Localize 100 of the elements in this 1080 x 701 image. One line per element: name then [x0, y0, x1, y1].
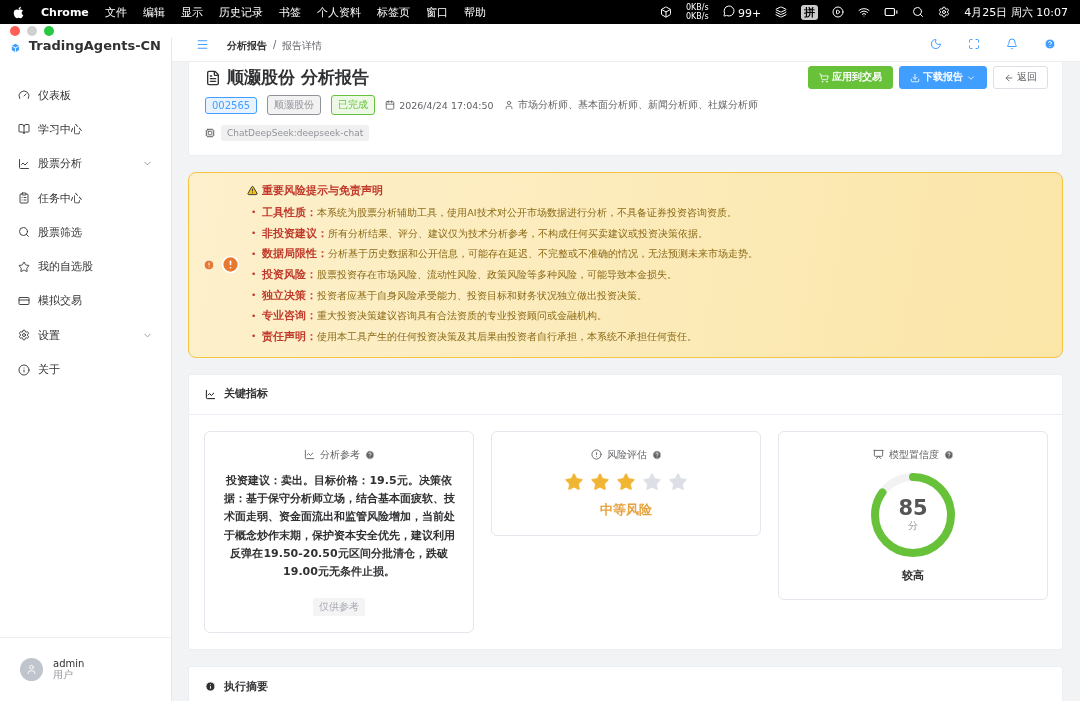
star-icon [590, 471, 610, 492]
menu-item[interactable]: 帮助 [463, 4, 486, 20]
download-icon [910, 72, 920, 83]
input-method-key[interactable]: 拼 [801, 4, 819, 20]
sidebar-item[interactable]: 股票分析 [0, 146, 171, 181]
apple-logo-icon[interactable] [12, 5, 25, 19]
gauge-icon [18, 89, 30, 102]
breadcrumb-item[interactable]: 报告详情 [282, 39, 323, 53]
disclaimer-item: 独立决策：投资者应基于自身风险承受能力、投资目标和财务状况独立做出投资决策。 [262, 287, 648, 303]
star-icon [642, 471, 662, 492]
sidebar-item[interactable]: 模拟交易 [0, 283, 171, 319]
card-icon [18, 294, 30, 307]
metric-title: 分析参考 [319, 447, 360, 462]
back-button[interactable]: 返回 [993, 66, 1048, 89]
report-title: 顺灏股份 分析报告 [227, 66, 369, 89]
section-title: 执行摘要 [224, 679, 268, 694]
moon-icon[interactable] [930, 38, 942, 50]
layers-icon[interactable] [775, 6, 788, 18]
document-icon [205, 69, 221, 86]
sidebar-item[interactable]: 仪表板 [0, 78, 171, 113]
bullet: • [251, 248, 257, 259]
menu-item[interactable]: 历史记录 [218, 4, 263, 20]
exclamation-icon [221, 255, 240, 275]
calendar-icon [385, 100, 396, 110]
help-icon[interactable] [364, 449, 375, 460]
arrow-left-icon [1004, 72, 1014, 83]
exclamation-icon [203, 258, 215, 271]
cube-icon[interactable] [659, 6, 672, 18]
disclaimer-item: 责任声明：使用本工具产生的任何投资决策及其后果由投资者自行承担，本系统不承担任何责任。 [262, 328, 698, 344]
app-menu[interactable]: Chrome [41, 5, 89, 19]
help-icon[interactable] [1044, 38, 1056, 50]
settings-icon[interactable] [938, 6, 951, 18]
tag: 已完成 [331, 95, 376, 115]
sidebar-item[interactable]: 关于 [0, 352, 171, 387]
help-icon[interactable] [943, 449, 954, 460]
sidebar-item[interactable]: 股票筛选 [0, 215, 171, 250]
reference-tag: 仅供参考 [313, 597, 365, 616]
close-button[interactable] [10, 26, 20, 36]
bullet: • [251, 207, 257, 218]
sidebar-item[interactable]: 学习中心 [0, 112, 171, 147]
model-tag: ChatDeepSeek:deepseek-chat [221, 125, 370, 141]
brand-name: TradingAgents-CN [28, 38, 161, 53]
search-icon[interactable] [912, 6, 925, 18]
disclaimer-item: 专业咨询：重大投资决策建议咨询具有合法资质的专业投资顾问或金融机构。 [262, 308, 608, 324]
bullet: • [251, 331, 257, 342]
clock[interactable]: 4月25日 周六 10:07 [964, 4, 1068, 20]
star-icon [564, 471, 584, 492]
cart-icon [819, 72, 829, 83]
settings-icon [18, 329, 30, 342]
menu-item[interactable]: 编辑 [142, 4, 165, 20]
alert-circle-icon [590, 449, 602, 461]
menu-item[interactable]: 个人资料 [316, 4, 361, 20]
bullet: • [251, 290, 257, 301]
user-icon [503, 100, 514, 110]
menu-icon[interactable] [196, 38, 209, 51]
info-icon [205, 681, 216, 693]
chart-icon [303, 449, 315, 461]
sidebar-item[interactable]: 任务中心 [0, 180, 171, 216]
help-icon[interactable] [651, 449, 662, 460]
play-icon[interactable] [832, 6, 845, 18]
confidence-level: 较高 [902, 567, 924, 583]
tag: 002565 [205, 96, 258, 114]
search-icon [18, 226, 30, 239]
metric-title: 风险评估 [606, 447, 647, 462]
book-icon [18, 123, 30, 136]
menu-item[interactable]: 显示 [180, 4, 203, 20]
star-icon [668, 471, 688, 492]
recommendation-text: 投资建议：卖出。目标价格：19.5元。决策依据：基于保守分析师立场，结合基本面疲软、技术面走弱、资金面流出和监管风险增加，当前处于概念炒作末期，保护资本安全优先，建议利用反弹在19.50-20.50元区间分批清仓，跌破19.00元无条件止损。 [223, 472, 455, 581]
notification-count[interactable]: 99+ [722, 4, 762, 20]
bullet: • [251, 310, 257, 321]
section-title: 关键指标 [224, 387, 268, 402]
battery-icon[interactable] [884, 5, 899, 19]
presentation-icon [872, 449, 884, 461]
chart-icon [18, 157, 30, 170]
sidebar-item[interactable]: 我的自选股 [0, 249, 171, 284]
disclaimer-item: 数据局限性：分析基于历史数据和公开信息，可能存在延迟、不完整或不准确的情况，无法预测未来市场走势。 [262, 246, 759, 262]
bell-icon[interactable] [1006, 38, 1018, 50]
breadcrumb-separator: / [273, 39, 277, 52]
chat-icon[interactable] [722, 4, 735, 17]
fullscreen-icon[interactable] [968, 38, 980, 50]
star-icon [18, 260, 30, 273]
confidence-score: 85 [898, 496, 928, 519]
score-unit: 分 [908, 518, 918, 533]
menu-item[interactable]: 书签 [278, 4, 301, 20]
report-date: 2026/4/24 17:04:50 [399, 99, 494, 111]
sidebar-item[interactable]: 设置 [0, 318, 171, 353]
risk-level: 中等风险 [600, 501, 652, 519]
menu-item[interactable]: 文件 [104, 4, 127, 20]
analyst-list: 市场分析师、基本面分析师、新闻分析师、社媒分析师 [517, 98, 758, 112]
bullet: • [251, 228, 257, 239]
disclaimer-item: 投资风险：股票投资存在市场风险、流动性风险、政策风险等多种风险，可能导致本金损失。 [262, 266, 678, 282]
star-icon [616, 471, 636, 492]
bullet: • [251, 269, 257, 280]
menu-item[interactable]: 标签页 [376, 4, 410, 20]
wifi-icon[interactable] [858, 6, 871, 18]
disclaimer-title: 重要风险提示与免责声明 [262, 183, 383, 198]
breadcrumb-item[interactable]: 分析报告 [227, 39, 267, 53]
menu-item[interactable]: 窗口 [425, 4, 448, 20]
warning-icon [247, 185, 258, 196]
chart-icon [205, 388, 216, 400]
